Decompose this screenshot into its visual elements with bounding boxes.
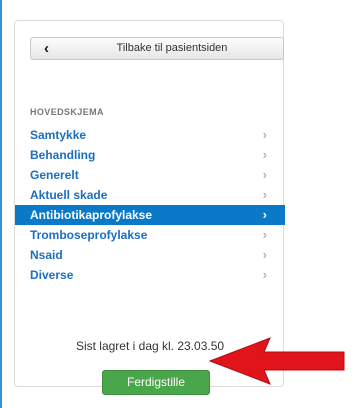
finish-button[interactable]: Ferdigstille: [102, 370, 210, 395]
nav-item-samtykke[interactable]: Samtykke ›: [15, 125, 285, 145]
back-button-label: Tilbake til pasientsiden: [116, 42, 228, 54]
section-header: HOVEDSKJEMA: [30, 107, 104, 117]
nav-item-diverse[interactable]: Diverse ›: [15, 265, 285, 285]
side-panel: ‹ Tilbake til pasientsiden HOVEDSKJEMA S…: [14, 20, 285, 395]
nav-list: Samtykke › Behandling › Generelt › Aktue…: [15, 125, 285, 285]
nav-item-label: Aktuell skade: [30, 188, 108, 202]
nav-item-antibiotikaprofylakse[interactable]: Antibiotikaprofylakse ›: [15, 205, 285, 225]
chevron-right-icon: ›: [262, 227, 267, 242]
window-edge: [0, 0, 2, 408]
chevron-right-icon: ›: [262, 127, 267, 142]
nav-item-label: Generelt: [30, 168, 79, 182]
nav-item-label: Behandling: [30, 148, 96, 162]
nav-item-generelt[interactable]: Generelt ›: [15, 165, 285, 185]
chevron-right-icon: ›: [262, 147, 267, 162]
chevron-right-icon: ›: [262, 267, 267, 282]
nav-item-nsaid[interactable]: Nsaid ›: [15, 245, 285, 265]
nav-item-tromboseprofylakse[interactable]: Tromboseprofylakse ›: [15, 225, 285, 245]
nav-item-label: Tromboseprofylakse: [30, 228, 148, 242]
nav-item-label: Antibiotikaprofylakse: [30, 208, 153, 222]
chevron-right-icon: ›: [262, 167, 267, 182]
annotation-arrow-icon: [208, 337, 345, 385]
chevron-right-icon: ›: [262, 207, 267, 222]
nav-item-label: Nsaid: [30, 248, 63, 262]
nav-item-label: Samtykke: [30, 128, 87, 142]
nav-item-aktuell-skade[interactable]: Aktuell skade ›: [15, 185, 285, 205]
back-to-patient-button[interactable]: ‹ Tilbake til pasientsiden: [30, 37, 284, 60]
chevron-right-icon: ›: [262, 247, 267, 262]
nav-item-label: Diverse: [30, 268, 74, 282]
annotation-arrow-shape: [208, 337, 345, 385]
nav-item-behandling[interactable]: Behandling ›: [15, 145, 285, 165]
chevron-left-icon: ‹: [44, 40, 49, 57]
chevron-right-icon: ›: [262, 187, 267, 202]
